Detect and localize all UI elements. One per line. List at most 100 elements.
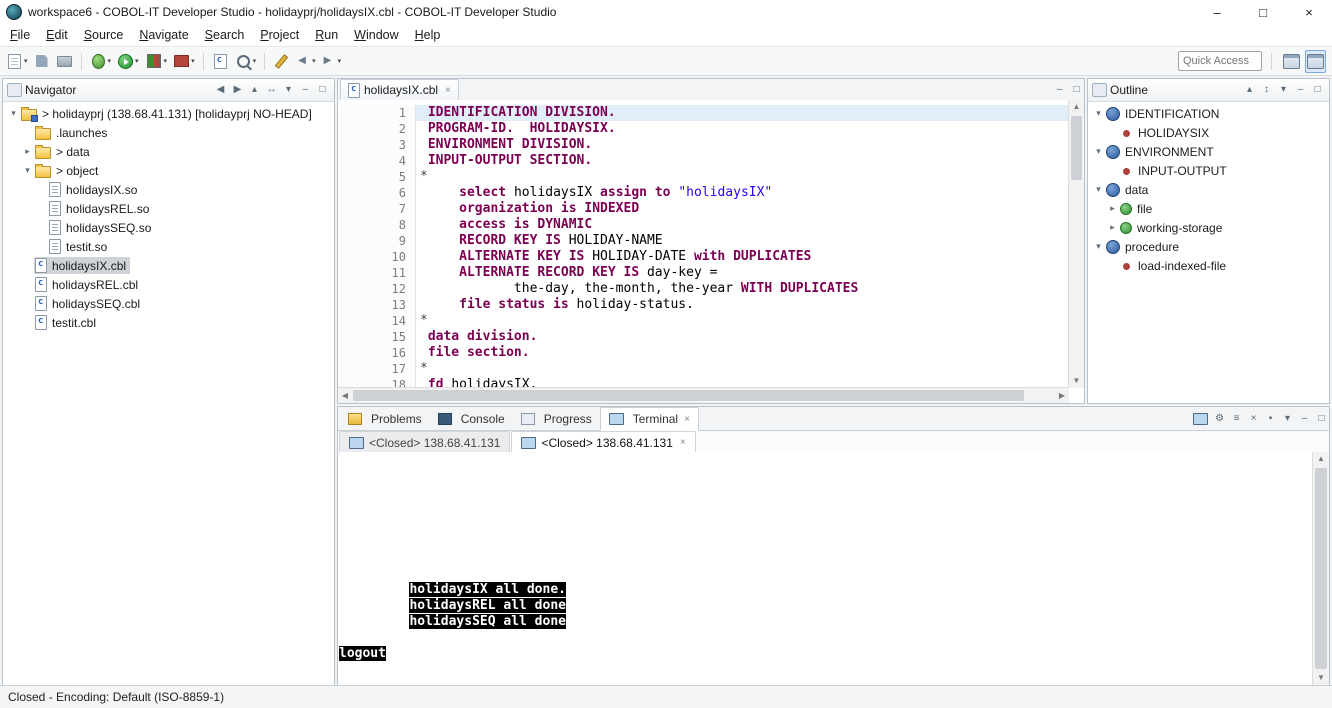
maximize-view-icon[interactable]: □ — [1312, 83, 1323, 97]
forward-button[interactable]: ▾ — [320, 51, 344, 72]
scroll-right-icon[interactable]: ▶ — [1055, 388, 1069, 403]
code-line[interactable]: 10 ALTERNATE KEY IS HOLIDAY-DATE with DU… — [338, 249, 1069, 265]
tree-expanded-arrow-icon[interactable]: ▾ — [1092, 241, 1105, 252]
tree-item[interactable]: holidaysSEQ.so — [3, 218, 334, 237]
scroll-left-icon[interactable]: ◀ — [338, 388, 352, 403]
maximize-window-button[interactable]: □ — [1240, 0, 1286, 24]
editor-tab[interactable]: holidaysIX.cbl× — [340, 79, 459, 100]
sort-icon[interactable]: ↕ — [1261, 83, 1272, 97]
minimize-editor-icon[interactable]: – — [1054, 83, 1065, 97]
menu-project[interactable]: Project — [252, 26, 307, 44]
coverage-button[interactable]: ▾ — [143, 50, 170, 72]
open-terminal-icon[interactable] — [1193, 413, 1208, 425]
tree-item[interactable]: holidaysSEQ.cbl — [3, 294, 334, 313]
code-line[interactable]: 6 select holidaysIX assign to "holidaysI… — [338, 185, 1069, 201]
code-line[interactable]: 4 INPUT-OUTPUT SECTION. — [338, 153, 1069, 169]
tree-item[interactable]: holidaysIX.cbl — [3, 256, 334, 275]
collapse-all-icon[interactable]: ▴ — [1244, 83, 1255, 97]
tree-item[interactable]: ▾data — [1088, 180, 1329, 199]
close-terminal-tab-icon[interactable]: × — [680, 437, 686, 448]
code-line[interactable]: 7 organization is INDEXED — [338, 201, 1069, 217]
horizontal-scrollbar-thumb[interactable] — [353, 390, 1024, 401]
maximize-view-icon[interactable]: □ — [317, 83, 328, 97]
minimize-view-icon[interactable]: – — [1295, 83, 1306, 97]
terminal-settings-icon[interactable]: ⚙ — [1214, 412, 1225, 426]
forward-icon[interactable]: ▶ — [232, 83, 243, 97]
tree-item[interactable]: ▸file — [1088, 199, 1329, 218]
quick-access-input[interactable] — [1178, 51, 1262, 71]
clear-terminal-icon[interactable]: × — [1248, 412, 1259, 426]
code-line[interactable]: 13 file status is holiday-status. — [338, 297, 1069, 313]
scroll-down-icon[interactable]: ▼ — [1069, 374, 1084, 388]
terminal-scrollbar-thumb[interactable] — [1315, 468, 1327, 669]
menu-source[interactable]: Source — [76, 26, 132, 44]
code-line[interactable]: 15 data division. — [338, 329, 1069, 345]
back-button[interactable]: ▾ — [294, 51, 318, 72]
terminal-connection-tab[interactable]: <Closed> 138.68.41.131 — [339, 431, 510, 453]
tree-expanded-arrow-icon[interactable]: ▾ — [1092, 184, 1105, 195]
back-icon[interactable]: ◀ — [215, 83, 226, 97]
tree-item[interactable]: ▸> data — [3, 142, 334, 161]
minimize-view-icon[interactable]: – — [1299, 412, 1310, 426]
tree-expanded-arrow-icon[interactable]: ▾ — [1092, 146, 1105, 157]
editor-vertical-scrollbar[interactable]: ▲ ▼ — [1068, 100, 1084, 388]
view-menu-icon[interactable]: ▾ — [1282, 412, 1293, 426]
code-line[interactable]: 12 the-day, the-month, the-year WITH DUP… — [338, 281, 1069, 297]
cobol-perspective-button[interactable] — [1305, 50, 1326, 73]
terminal-output[interactable]: holidaysIX all done. holidaysREL all don… — [339, 452, 1313, 685]
code-line[interactable]: 2 PROGRAM-ID. HOLIDAYSIX. — [338, 121, 1069, 137]
code-line[interactable]: 16 file section. — [338, 345, 1069, 361]
terminal-scrollbar[interactable]: ▲ ▼ — [1312, 452, 1329, 685]
tree-item[interactable]: holidaysIX.so — [3, 180, 334, 199]
tree-collapsed-arrow-icon[interactable]: ▸ — [1106, 203, 1119, 214]
tree-item[interactable]: ▾> object — [3, 161, 334, 180]
code-line[interactable]: 1 IDENTIFICATION DIVISION. — [338, 105, 1069, 121]
close-window-button[interactable]: × — [1286, 0, 1332, 24]
menu-window[interactable]: Window — [346, 26, 406, 44]
code-line[interactable]: 8 access is DYNAMIC — [338, 217, 1069, 233]
tree-item[interactable]: holidaysREL.so — [3, 199, 334, 218]
close-view-icon[interactable]: × — [684, 414, 690, 425]
scroll-down-icon[interactable]: ▼ — [1313, 671, 1329, 685]
tree-item[interactable]: ▾procedure — [1088, 237, 1329, 256]
tree-item[interactable]: ▾ENVIRONMENT — [1088, 142, 1329, 161]
menu-help[interactable]: Help — [407, 26, 449, 44]
close-tab-icon[interactable]: × — [445, 85, 451, 96]
terminal-connection-tab[interactable]: <Closed> 138.68.41.131× — [511, 431, 695, 453]
editor-horizontal-scrollbar[interactable]: ◀ ▶ — [338, 387, 1069, 403]
view-tab-console[interactable]: Console — [430, 408, 513, 430]
new-wizard-button[interactable]: ▾ — [4, 51, 30, 72]
collapse-all-icon[interactable]: ▴ — [249, 83, 260, 97]
pin-terminal-icon[interactable]: ▪ — [1265, 412, 1276, 426]
view-menu-icon[interactable]: ▾ — [1278, 83, 1289, 97]
menu-run[interactable]: Run — [307, 26, 346, 44]
tree-expanded-arrow-icon[interactable]: ▾ — [21, 165, 34, 176]
search-button[interactable]: ▾ — [233, 50, 259, 73]
code-line[interactable]: 11 ALTERNATE RECORD KEY IS day-key = — [338, 265, 1069, 281]
tree-collapsed-arrow-icon[interactable]: ▸ — [1106, 222, 1119, 233]
save-button[interactable] — [32, 51, 52, 71]
tree-expanded-arrow-icon[interactable]: ▾ — [7, 108, 20, 119]
menu-navigate[interactable]: Navigate — [131, 26, 196, 44]
tree-item[interactable]: HOLIDAYSIX — [1088, 123, 1329, 142]
tree-item[interactable]: testit.so — [3, 237, 334, 256]
tree-expanded-arrow-icon[interactable]: ▾ — [1092, 108, 1105, 119]
tree-item[interactable]: .launches — [3, 123, 334, 142]
code-line[interactable]: 5* — [338, 169, 1069, 185]
open-perspective-button[interactable] — [1281, 50, 1302, 73]
code-line[interactable]: 14* — [338, 313, 1069, 329]
menu-edit[interactable]: Edit — [38, 26, 76, 44]
tree-item[interactable]: testit.cbl — [3, 313, 334, 332]
tree-item[interactable]: ▾> holidayprj (138.68.41.131) [holidaypr… — [3, 104, 334, 123]
tree-item[interactable]: ▾IDENTIFICATION — [1088, 104, 1329, 123]
tree-item[interactable]: load-indexed-file — [1088, 256, 1329, 275]
maximize-view-icon[interactable]: □ — [1316, 412, 1327, 426]
view-menu-icon[interactable]: ▾ — [283, 83, 294, 97]
minimize-view-icon[interactable]: – — [300, 83, 311, 97]
link-with-editor-icon[interactable]: ↔ — [266, 83, 277, 97]
code-line[interactable]: 3 ENVIRONMENT DIVISION. — [338, 137, 1069, 153]
view-tab-problems[interactable]: Problems — [340, 408, 430, 430]
code-editor[interactable]: 1 IDENTIFICATION DIVISION.2 PROGRAM-ID. … — [338, 100, 1069, 388]
tree-item[interactable]: ▸working-storage — [1088, 218, 1329, 237]
view-tab-terminal[interactable]: Terminal× — [600, 407, 699, 431]
